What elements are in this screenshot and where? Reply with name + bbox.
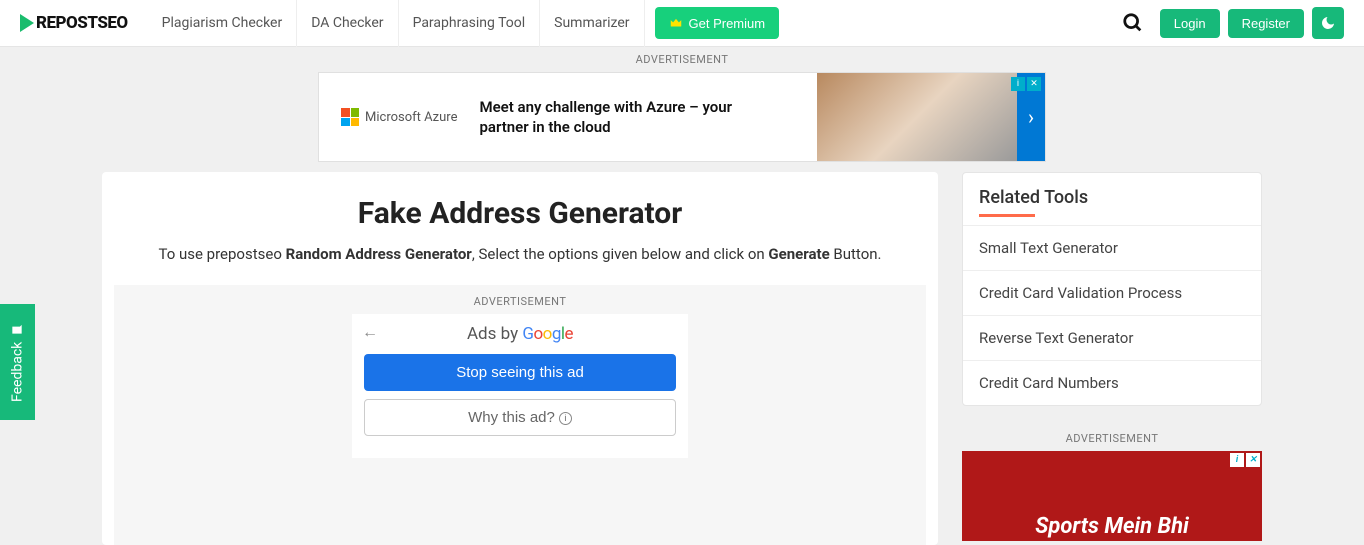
tool-cc-numbers[interactable]: Credit Card Numbers <box>963 360 1261 405</box>
page-title: Fake Address Generator <box>102 196 938 231</box>
logo-text: REPOSTSEO <box>36 13 128 33</box>
nav-plagiarism[interactable]: Plagiarism Checker <box>148 0 298 47</box>
stop-seeing-ad-button[interactable]: Stop seeing this ad <box>364 354 676 391</box>
nav-paraphrasing[interactable]: Paraphrasing Tool <box>399 0 541 47</box>
ad-headline: Meet any challenge with Azure – your par… <box>479 97 759 138</box>
related-tools-title: Related Tools <box>963 173 1261 225</box>
main-panel: Fake Address Generator To use prepostseo… <box>102 172 938 545</box>
tool-cc-validation[interactable]: Credit Card Validation Process <box>963 270 1261 315</box>
side-ad-info-icon[interactable]: i <box>1230 453 1244 467</box>
azure-brand-text: Microsoft Azure <box>365 110 457 125</box>
nav-summarizer[interactable]: Summarizer <box>540 0 644 47</box>
top-banner-ad[interactable]: Microsoft Azure Meet any challenge with … <box>318 72 1046 162</box>
tool-reverse-text[interactable]: Reverse Text Generator <box>963 315 1261 360</box>
get-premium-button[interactable]: Get Premium <box>655 7 780 39</box>
why-this-ad-button[interactable]: Why this ad?i <box>364 399 676 436</box>
ad-image <box>817 73 1017 161</box>
moon-icon <box>1320 15 1336 31</box>
ads-by-google-label: Ads by Google <box>364 324 676 344</box>
ad-label-top: ADVERTISEMENT <box>0 47 1364 72</box>
premium-label: Get Premium <box>689 16 766 31</box>
google-ad-card: ← Ads by Google Stop seeing this ad Why … <box>352 314 688 458</box>
feedback-label: Feedback <box>10 342 26 402</box>
inner-ad-area: ADVERTISEMENT ← Ads by Google Stop seein… <box>114 285 926 545</box>
azure-logo: Microsoft Azure <box>341 108 457 126</box>
login-button[interactable]: Login <box>1160 9 1220 38</box>
header-right: Login Register <box>1122 7 1344 39</box>
ad-info-icon[interactable]: i <box>1011 77 1025 91</box>
main-header: REPOSTSEO Plagiarism Checker DA Checker … <box>0 0 1364 47</box>
side-ad-text: Sports Mein Bhi <box>1035 514 1189 539</box>
ad-label-inner: ADVERTISEMENT <box>114 289 926 314</box>
sidebar-ad[interactable]: i ✕ Sports Mein Bhi <box>962 451 1262 541</box>
sidebar: Related Tools Small Text Generator Credi… <box>962 172 1262 545</box>
tool-small-text[interactable]: Small Text Generator <box>963 225 1261 270</box>
info-icon: i <box>559 412 572 425</box>
feedback-tab[interactable]: Feedback <box>0 304 35 420</box>
chat-icon <box>11 322 25 336</box>
side-ad-close-icon[interactable]: ✕ <box>1246 453 1260 467</box>
ad-close-icon[interactable]: ✕ <box>1027 77 1041 91</box>
logo-icon <box>20 14 34 32</box>
related-tools-card: Related Tools Small Text Generator Credi… <box>962 172 1262 406</box>
ad-controls: i ✕ <box>1011 77 1041 91</box>
crown-icon <box>669 16 683 30</box>
page-subtitle: To use prepostseo Random Address Generat… <box>102 245 938 263</box>
ad-label-side: ADVERTISEMENT <box>962 426 1262 451</box>
ad-back-arrow-icon[interactable]: ← <box>362 322 378 342</box>
site-logo[interactable]: REPOSTSEO <box>20 13 128 33</box>
side-ad-controls: i ✕ <box>1230 453 1260 467</box>
microsoft-icon <box>341 108 359 126</box>
nav-da-checker[interactable]: DA Checker <box>297 0 398 47</box>
search-icon[interactable] <box>1122 12 1144 34</box>
dark-mode-toggle[interactable] <box>1312 7 1344 39</box>
register-button[interactable]: Register <box>1228 9 1304 38</box>
content-wrap: Fake Address Generator To use prepostseo… <box>82 172 1282 545</box>
